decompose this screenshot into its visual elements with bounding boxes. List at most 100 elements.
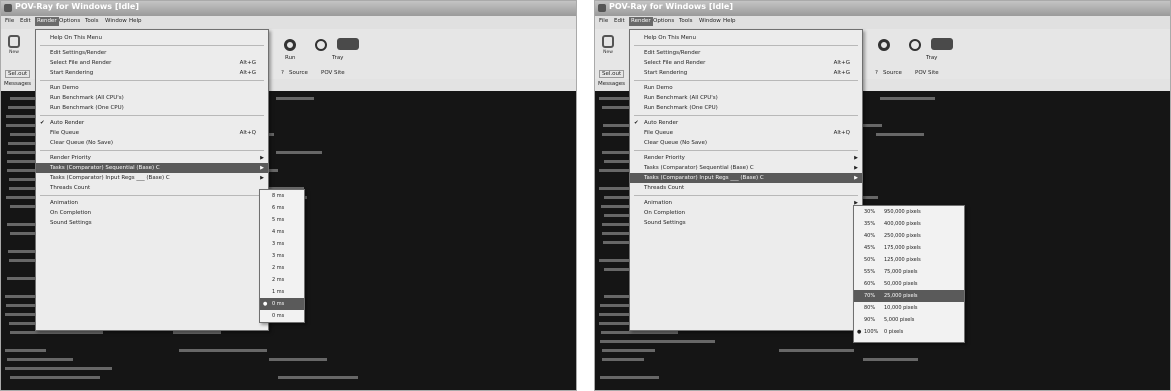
new-button[interactable]: New: [5, 35, 23, 57]
render-menu-item[interactable]: Run Demo: [36, 83, 268, 93]
priority-option[interactable]: 3 ms: [260, 238, 304, 250]
run-icon[interactable]: [878, 39, 890, 51]
render-menu-item[interactable]: Render Priority ▶: [630, 153, 862, 163]
priority-option[interactable]: 6 ms: [260, 202, 304, 214]
help-icon[interactable]: ?: [281, 70, 284, 76]
source-button[interactable]: Source: [289, 70, 308, 76]
block-size-option[interactable]: 50% 125,000 pixels: [854, 254, 964, 266]
console-line: [7, 358, 73, 361]
option-percent: 45%: [864, 245, 876, 251]
render-menu-item[interactable]: Animation▶: [36, 198, 268, 208]
menu-render[interactable]: Render: [35, 17, 59, 26]
render-menu-item[interactable]: Threads Count: [36, 183, 268, 193]
priority-option[interactable]: 3 ms: [260, 250, 304, 262]
priority-option[interactable]: 1 ms: [260, 286, 304, 298]
menu-help[interactable]: Help: [723, 18, 736, 24]
menu-item-label: Auto Render: [644, 120, 679, 126]
pov-site-button[interactable]: POV Site: [915, 70, 939, 76]
render-menu-item[interactable]: Sound Settings: [36, 218, 268, 228]
menu-window[interactable]: Window: [699, 18, 721, 24]
render-menu-item[interactable]: Tasks (Comparator) Input Regs ___ (Base)…: [36, 173, 268, 183]
menu-tools[interactable]: Tools: [85, 18, 99, 24]
priority-option[interactable]: 4 ms: [260, 226, 304, 238]
option-percent: 35%: [864, 221, 876, 227]
menu-file[interactable]: File: [5, 18, 14, 24]
run-icon[interactable]: [284, 39, 296, 51]
render-menu-item[interactable]: Run Demo: [630, 83, 862, 93]
menu-edit[interactable]: Edit: [20, 18, 31, 24]
render-menu-item[interactable]: Tasks (Comparator) Sequential (Base) C ▶: [36, 163, 268, 173]
menu-item-label: Help On This Menu: [50, 35, 102, 41]
window-title: POV-Ray for Windows [Idle]: [15, 2, 140, 11]
render-menu-item[interactable]: Render Priority ▶: [36, 153, 268, 163]
render-menu-item[interactable]: Tasks (Comparator) Sequential (Base) C ▶: [630, 163, 862, 173]
tray-icon[interactable]: [909, 39, 921, 51]
block-size-option[interactable]: 45% 175,000 pixels: [854, 242, 964, 254]
block-size-option[interactable]: 80% 10,000 pixels: [854, 302, 964, 314]
block-size-option[interactable]: 30% 950,000 pixels: [854, 206, 964, 218]
render-menu-item[interactable]: File Queue Alt+Q: [630, 128, 862, 138]
render-menu-item[interactable]: Start Rendering Alt+G: [630, 68, 862, 78]
render-menu-item[interactable]: File Queue Alt+Q: [36, 128, 268, 138]
render-menu-item[interactable]: Tasks (Comparator) Input Regs ___ (Base)…: [630, 173, 862, 183]
render-menu-item[interactable]: Animation▶: [630, 198, 862, 208]
priority-option[interactable]: 5 ms: [260, 214, 304, 226]
menu-separator: [40, 115, 264, 116]
checkmark-icon: ✔: [40, 120, 45, 126]
render-menu-item[interactable]: On Completion▶: [630, 208, 862, 218]
render-menu-item[interactable]: On Completion▶: [36, 208, 268, 218]
menu-item-label: Run Benchmark (All CPU's): [50, 95, 124, 101]
menu-file[interactable]: File: [599, 18, 608, 24]
priority-option[interactable]: 0 ms: [260, 310, 304, 322]
render-menu-item[interactable]: Run Benchmark (All CPU's): [630, 93, 862, 103]
priority-option-label: 0 ms: [272, 301, 285, 307]
render-menu-item[interactable]: ✔ Auto Render: [36, 118, 268, 128]
render-menu-item[interactable]: Run Benchmark (One CPU): [36, 103, 268, 113]
block-size-option[interactable]: 55% 75,000 pixels: [854, 266, 964, 278]
priority-option[interactable]: ● 0 ms: [260, 298, 304, 310]
help-icon[interactable]: ?: [875, 70, 878, 76]
pov-site-button[interactable]: POV Site: [321, 70, 345, 76]
block-size-option[interactable]: ● 100% 0 pixels: [854, 326, 964, 338]
menu-item-label: Tasks (Comparator) Input Regs ___ (Base)…: [50, 175, 170, 181]
option-pixels: 950,000 pixels: [884, 209, 921, 215]
priority-option[interactable]: 2 ms: [260, 262, 304, 274]
tray-icon[interactable]: [315, 39, 327, 51]
render-menu-item[interactable]: Clear Queue (No Save): [630, 138, 862, 148]
priority-option[interactable]: 2 ms: [260, 274, 304, 286]
render-menu-item[interactable]: Sound Settings: [630, 218, 862, 228]
render-menu-item[interactable]: Edit Settings/Render: [630, 48, 862, 58]
render-menu-item[interactable]: Clear Queue (No Save): [36, 138, 268, 148]
priority-option[interactable]: 8 ms: [260, 190, 304, 202]
render-menu-item[interactable]: Select File and Render Alt+G: [630, 58, 862, 68]
menu-options[interactable]: Options: [653, 18, 674, 24]
block-size-option[interactable]: 35% 400,000 pixels: [854, 218, 964, 230]
menu-window[interactable]: Window: [105, 18, 127, 24]
menu-tools[interactable]: Tools: [679, 18, 693, 24]
source-button[interactable]: Source: [883, 70, 902, 76]
block-size-option[interactable]: 60% 50,000 pixels: [854, 278, 964, 290]
render-menu-item[interactable]: Run Benchmark (All CPU's): [36, 93, 268, 103]
render-menu-item[interactable]: Help On This Menu: [36, 33, 268, 43]
menu-render[interactable]: Render: [629, 17, 653, 26]
block-size-option[interactable]: 40% 250,000 pixels: [854, 230, 964, 242]
render-menu-item[interactable]: Help On This Menu: [630, 33, 862, 43]
block-size-option[interactable]: 70% 25,000 pixels: [854, 290, 964, 302]
menu-edit[interactable]: Edit: [614, 18, 625, 24]
selection-dropdown[interactable]: Sel.out: [5, 70, 31, 78]
selection-dropdown[interactable]: Sel.out: [599, 70, 625, 78]
menu-help[interactable]: Help: [129, 18, 142, 24]
render-menu-item[interactable]: Edit Settings/Render: [36, 48, 268, 58]
menu-separator: [634, 195, 858, 196]
render-menu-item[interactable]: Start Rendering Alt+G: [36, 68, 268, 78]
block-size-option[interactable]: 90% 5,000 pixels: [854, 314, 964, 326]
render-menu-item[interactable]: Threads Count: [630, 183, 862, 193]
render-menu-item[interactable]: Select File and Render Alt+G: [36, 58, 268, 68]
render-menu-item[interactable]: ✔ Auto Render: [630, 118, 862, 128]
menu-item-label: Render Priority: [50, 155, 91, 161]
render-menu-item[interactable]: Run Benchmark (One CPU): [630, 103, 862, 113]
new-button[interactable]: New: [599, 35, 617, 57]
option-pixels: 50,000 pixels: [884, 281, 918, 287]
menu-options[interactable]: Options: [59, 18, 80, 24]
submenu-arrow-icon: ▶: [854, 155, 858, 161]
